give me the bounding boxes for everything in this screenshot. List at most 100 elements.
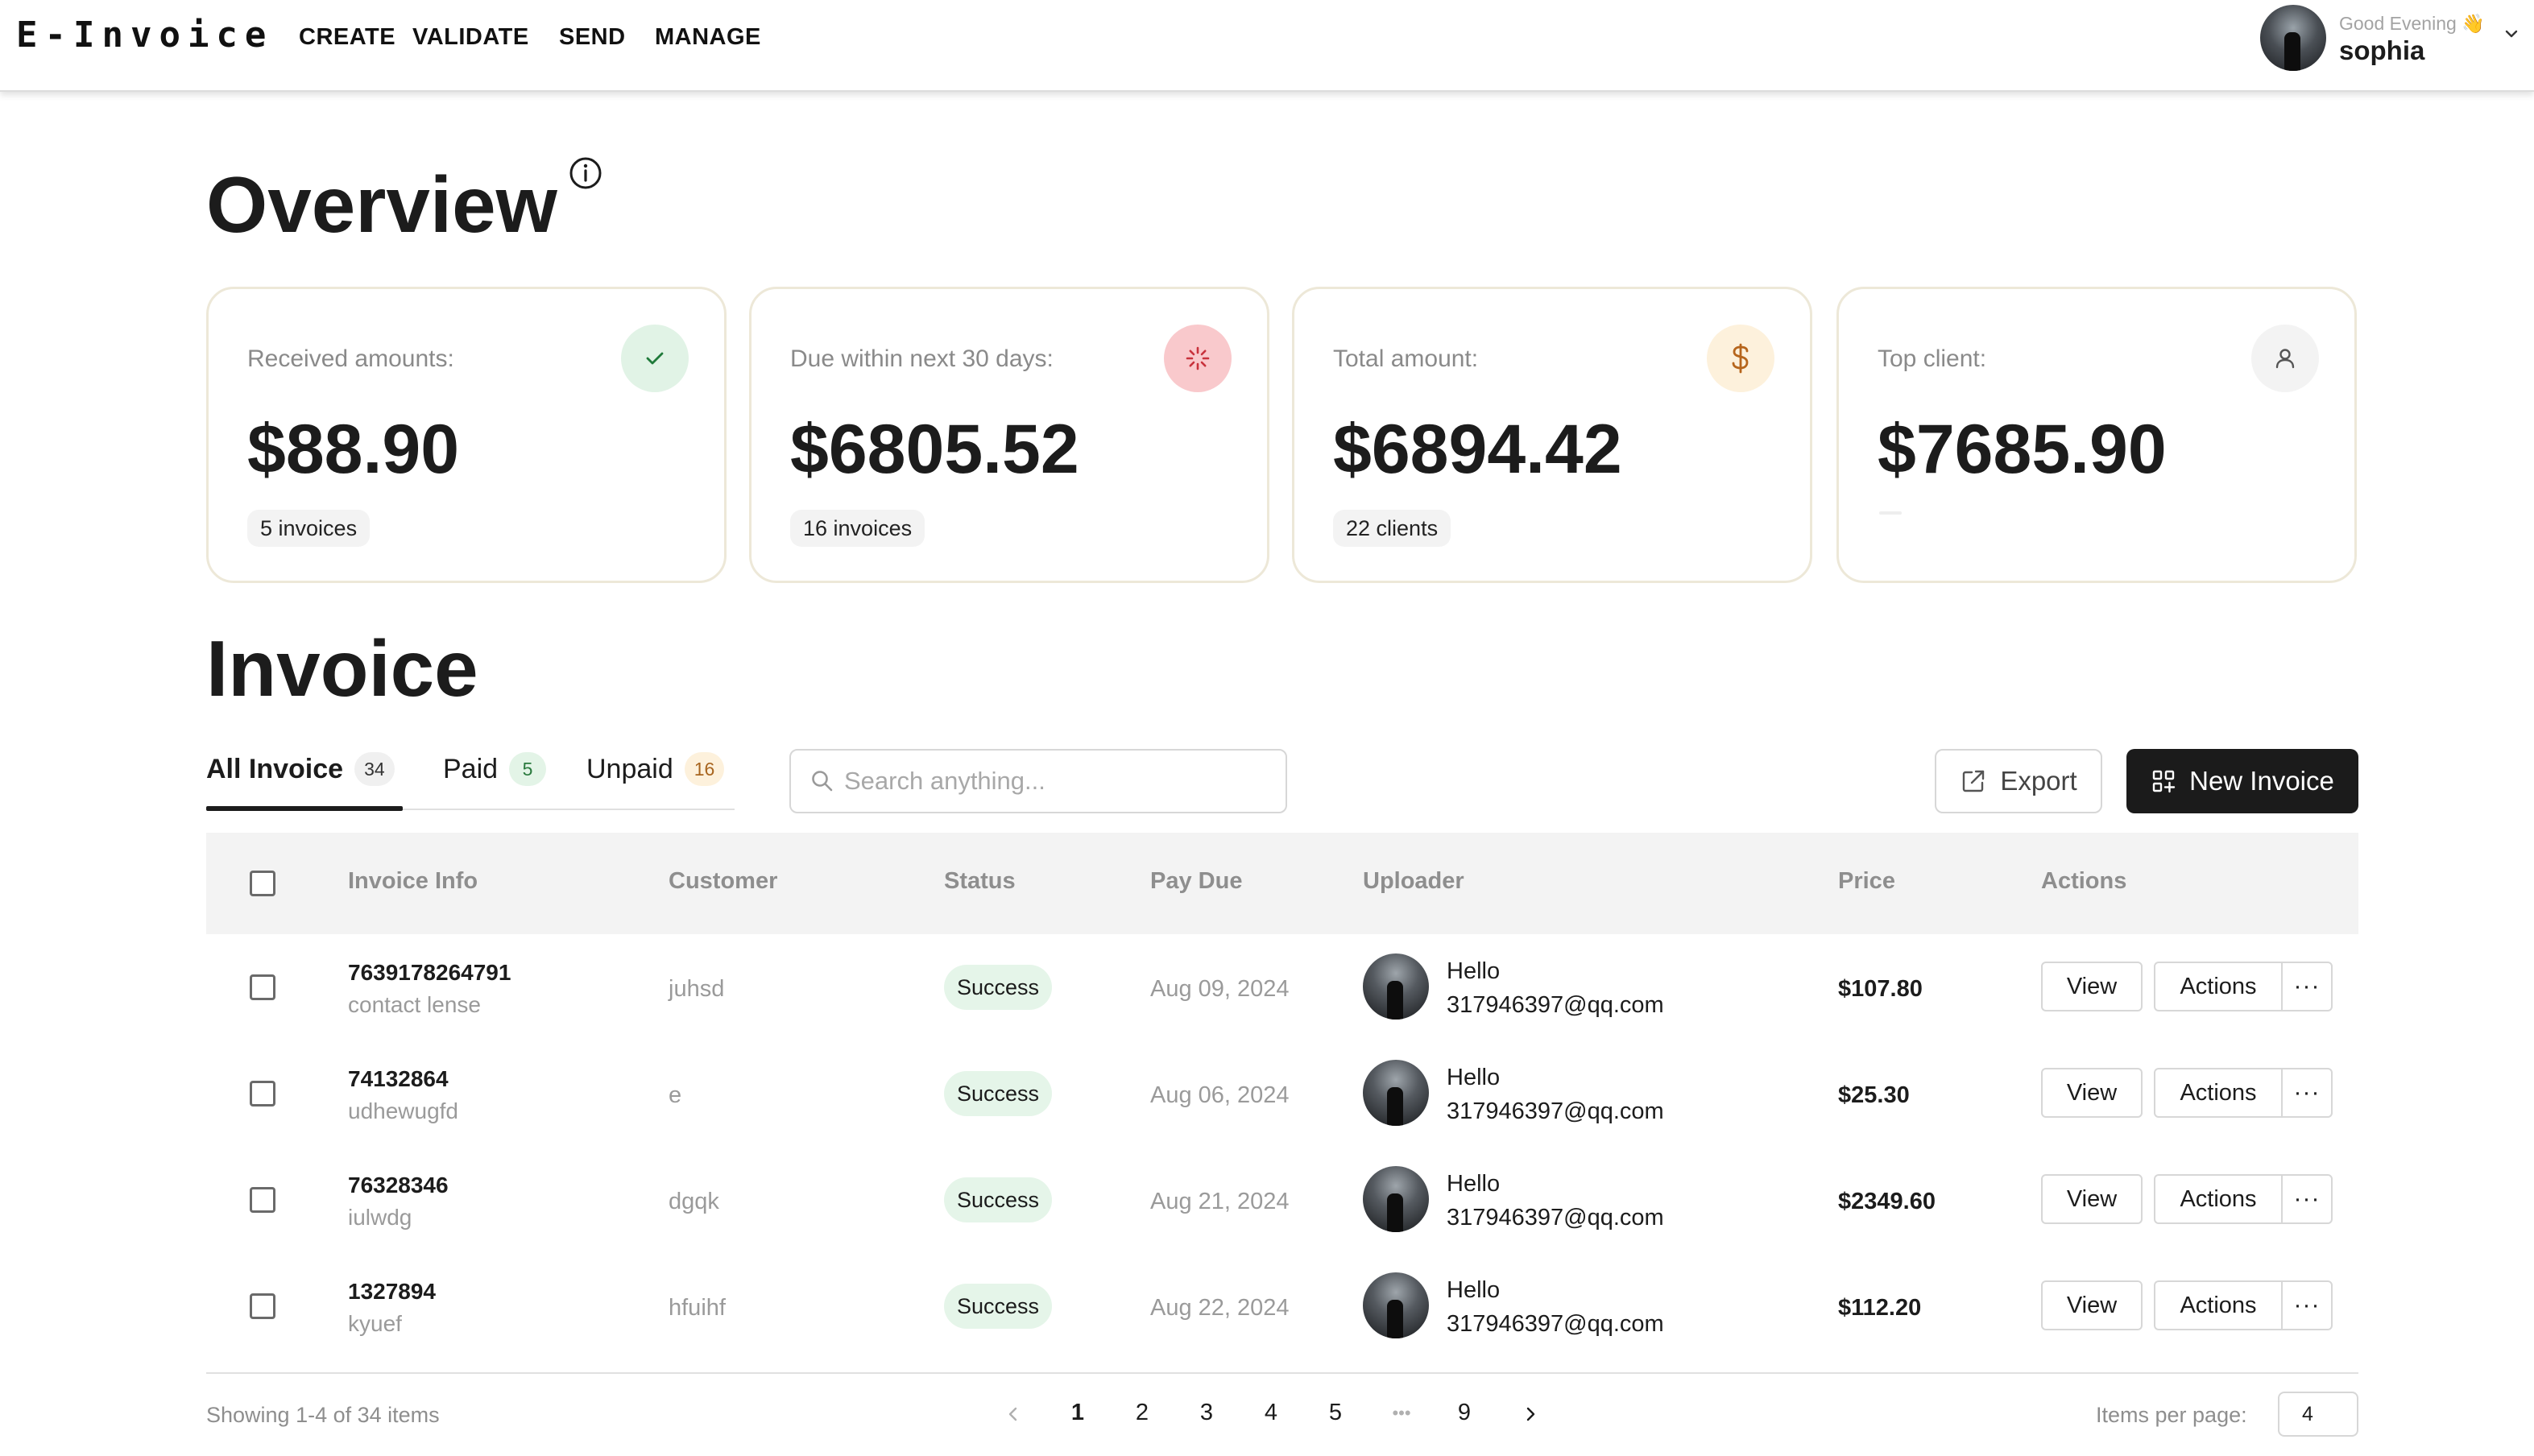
actions-button[interactable]: Actions — [2154, 1068, 2283, 1118]
tab-label: Unpaid — [586, 753, 673, 784]
dollar-icon — [1707, 325, 1774, 392]
card-label: Due within next 30 days: — [790, 345, 1054, 372]
uploader-email: 317946397@qq.com — [1447, 992, 1664, 1018]
view-button[interactable]: View — [2041, 1280, 2143, 1330]
pay-due: Aug 09, 2024 — [1150, 976, 1290, 1002]
invoice-id: 1327894 — [348, 1279, 437, 1304]
card-label: Total amount: — [1333, 345, 1479, 372]
actions-button[interactable]: Actions — [2154, 1280, 2283, 1330]
customer: dgqk — [669, 1189, 719, 1214]
nav-create[interactable]: CREATE — [299, 24, 395, 51]
chevron-left-icon[interactable] — [1004, 1404, 1023, 1424]
uploader-name: Hello — [1447, 958, 1501, 984]
new-invoice-label: New Invoice — [2189, 766, 2334, 796]
search-icon — [812, 771, 833, 792]
loader-icon — [1164, 325, 1232, 392]
chevron-right-icon[interactable] — [1521, 1404, 1540, 1424]
view-button[interactable]: View — [2041, 1174, 2143, 1224]
actions-button[interactable]: Actions — [2154, 1174, 2283, 1224]
search-input[interactable] — [844, 767, 1279, 796]
uploader-name: Hello — [1447, 1277, 1501, 1303]
row-checkbox[interactable] — [250, 1293, 275, 1319]
nav-validate[interactable]: VALIDATE — [412, 24, 529, 51]
uploader-avatar — [1363, 953, 1429, 1020]
header-customer[interactable]: Customer — [669, 868, 777, 895]
grid-add-icon — [2152, 770, 2176, 793]
row-checkbox[interactable] — [250, 974, 275, 1000]
more-options-button[interactable]: ··· — [2281, 1068, 2333, 1118]
invoice-desc: iulwdg — [348, 1205, 412, 1230]
uploader-email: 317946397@qq.com — [1447, 1311, 1664, 1337]
items-per-page-label: Items per page: — [2096, 1403, 2247, 1427]
uploader-name: Hello — [1447, 1171, 1501, 1197]
actions-button[interactable]: Actions — [2154, 962, 2283, 1011]
table-divider — [206, 1372, 2358, 1374]
table-row: 7639178264791 contact lense juhsd Succes… — [206, 934, 2358, 1040]
uploader-name: Hello — [1447, 1065, 1501, 1090]
select-all-checkbox[interactable] — [250, 871, 275, 896]
header-uploader[interactable]: Uploader — [1363, 868, 1464, 895]
nav-manage[interactable]: MANAGE — [655, 24, 761, 51]
info-icon[interactable] — [569, 156, 602, 190]
tab-paid[interactable]: Paid 5 — [443, 752, 547, 786]
due-next-30-days-card: Due within next 30 days: $6805.52 16 inv… — [749, 287, 1269, 583]
items-per-page-input[interactable]: 4 — [2278, 1392, 2358, 1437]
header-pay-due[interactable]: Pay Due — [1150, 868, 1242, 895]
price: $2349.60 — [1838, 1189, 1936, 1214]
table-header: Invoice Info Customer Status Pay Due Upl… — [206, 833, 2358, 934]
card-label: Received amounts: — [247, 345, 454, 372]
customer: juhsd — [669, 976, 725, 1002]
status-badge: Success — [944, 1284, 1053, 1329]
external-link-icon — [1963, 770, 1985, 792]
export-button[interactable]: Export — [1935, 749, 2102, 813]
uploader-avatar — [1363, 1060, 1429, 1126]
active-tab-indicator — [206, 806, 403, 811]
page-ellipsis[interactable]: ••• — [1377, 1403, 1426, 1424]
overview-title: Overview — [206, 160, 557, 249]
invoice-title: Invoice — [206, 624, 478, 713]
header-invoice-info[interactable]: Invoice Info — [348, 868, 478, 895]
page-4[interactable]: 4 — [1255, 1400, 1287, 1426]
header-price[interactable]: Price — [1838, 868, 1895, 895]
page-9[interactable]: 9 — [1448, 1400, 1480, 1426]
more-options-button[interactable]: ··· — [2281, 1280, 2333, 1330]
more-options-button[interactable]: ··· — [2281, 1174, 2333, 1224]
page-3[interactable]: 3 — [1190, 1400, 1223, 1426]
table-row: 1327894 kyuef hfuihf Success Aug 22, 202… — [206, 1253, 2358, 1359]
tab-unpaid[interactable]: Unpaid 16 — [586, 752, 725, 786]
total-amount-card: Total amount: $6894.42 22 clients — [1292, 287, 1812, 583]
page-1[interactable]: 1 — [1062, 1400, 1094, 1426]
status-badge: Success — [944, 1177, 1053, 1222]
tab-all-invoice[interactable]: All Invoice 34 — [206, 752, 395, 786]
page-2[interactable]: 2 — [1126, 1400, 1158, 1426]
user-icon — [2251, 325, 2319, 392]
new-invoice-button[interactable]: New Invoice — [2126, 749, 2358, 813]
view-button[interactable]: View — [2041, 1068, 2143, 1118]
view-button[interactable]: View — [2041, 962, 2143, 1011]
invoice-id: 7639178264791 — [348, 960, 511, 985]
pay-due: Aug 21, 2024 — [1150, 1189, 1290, 1214]
row-checkbox[interactable] — [250, 1081, 275, 1106]
header-actions: Actions — [2041, 868, 2127, 894]
app-logo[interactable]: E-Invoice — [16, 14, 273, 56]
invoice-desc: contact lense — [348, 992, 481, 1017]
status-badge: Success — [944, 965, 1053, 1010]
row-checkbox[interactable] — [250, 1187, 275, 1213]
status-badge: Success — [944, 1071, 1053, 1116]
page-5[interactable]: 5 — [1319, 1400, 1352, 1426]
received-amounts-card: Received amounts: $88.90 5 invoices — [206, 287, 727, 583]
showing-items-text: Showing 1-4 of 34 items — [206, 1403, 440, 1427]
tab-count: 34 — [354, 752, 395, 786]
more-options-button[interactable]: ··· — [2281, 962, 2333, 1011]
check-icon — [621, 325, 689, 392]
pay-due: Aug 22, 2024 — [1150, 1295, 1290, 1321]
top-navbar: E-Invoice CREATE VALIDATE SEND MANAGE Go… — [0, 0, 2534, 92]
header-status[interactable]: Status — [944, 868, 1016, 895]
search-box[interactable] — [789, 749, 1287, 813]
uploader-email: 317946397@qq.com — [1447, 1205, 1664, 1231]
card-badge: 16 invoices — [790, 510, 925, 547]
username[interactable]: sophia — [2339, 35, 2424, 66]
nav-send[interactable]: SEND — [559, 24, 626, 51]
user-avatar[interactable] — [2260, 5, 2326, 71]
chevron-down-icon[interactable] — [2503, 26, 2520, 42]
